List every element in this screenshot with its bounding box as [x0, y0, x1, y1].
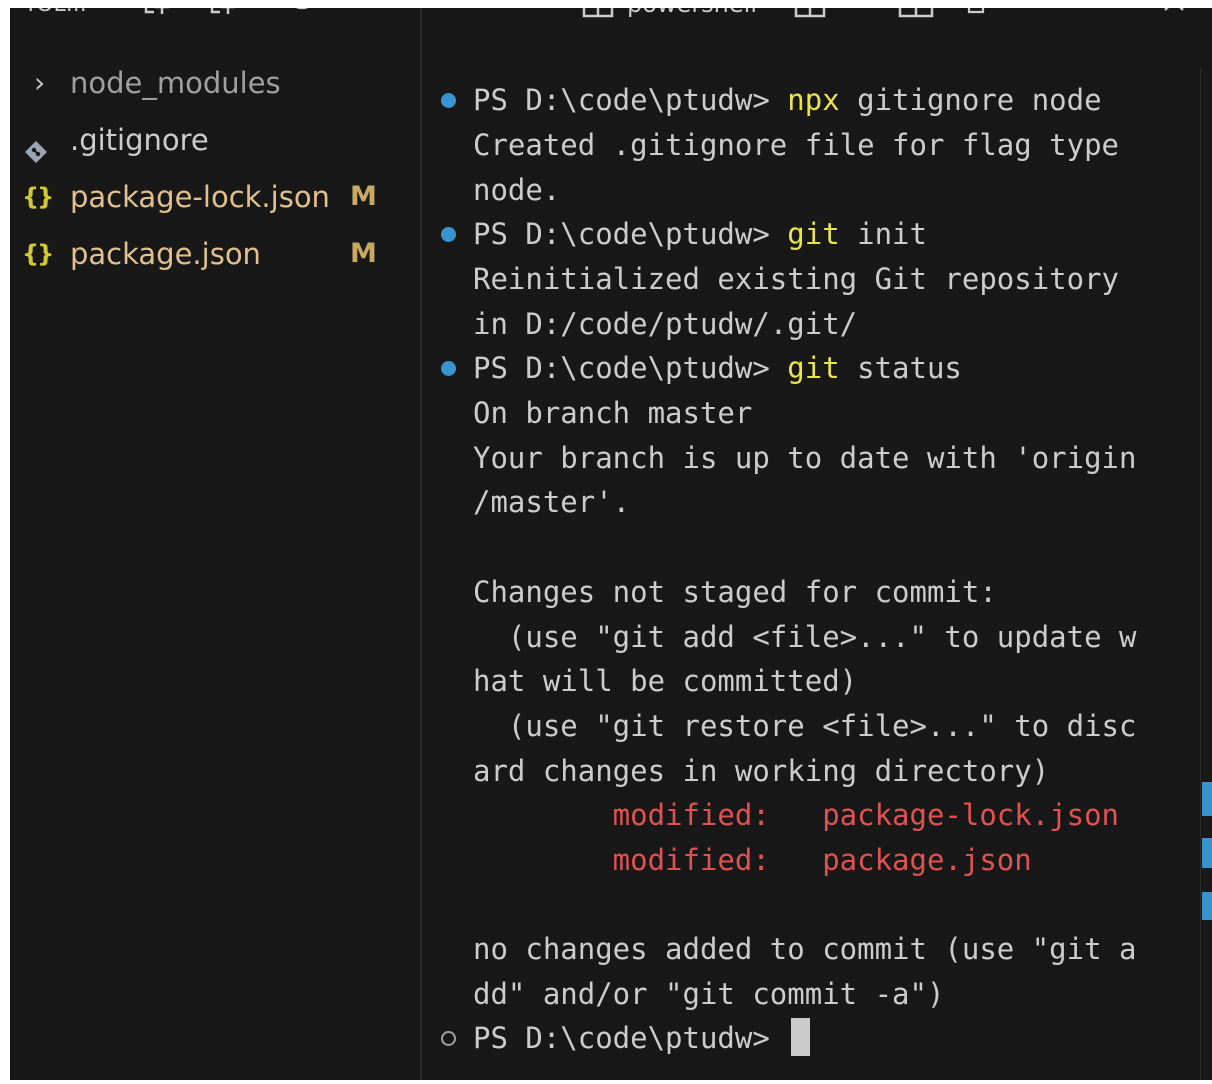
modified-label: modified:: [473, 798, 823, 832]
command-name: git: [787, 217, 840, 251]
tree-item-node-modules[interactable]: › node_modules: [10, 58, 420, 108]
json-braces-icon: {}: [22, 240, 54, 268]
terminal-line: /master'.: [422, 480, 1212, 525]
tree-item-label: package-lock.json: [70, 180, 330, 214]
terminal-toolbar: powershell: [422, 8, 1212, 20]
tree-item-gitignore[interactable]: .gitignore: [10, 115, 420, 165]
scrollbar-marker: [1202, 782, 1212, 816]
prompt: PS D:\code\ptudw>: [473, 351, 788, 385]
trash-icon[interactable]: [962, 8, 990, 28]
terminal-line: Reinitialized existing Git repository: [422, 257, 1212, 302]
terminal-line: On branch master: [422, 391, 1212, 436]
command-success-dot-icon[interactable]: [441, 227, 456, 242]
terminal-line: PS D:\code\ptudw> npx gitignore node: [422, 78, 1212, 123]
terminal-line: hat will be committed): [422, 659, 1212, 704]
terminal-line: modified: package-lock.json: [422, 793, 1212, 838]
terminal-line: (use "git add <file>..." to update w: [422, 615, 1212, 660]
terminal-line: Changes not staged for commit:: [422, 570, 1212, 615]
modified-label: modified:: [473, 843, 823, 877]
prompt: PS D:\code\ptudw>: [473, 1021, 788, 1055]
output-text: (use "git restore <file>..." to disc: [473, 709, 1137, 743]
prompt: PS D:\code\ptudw>: [473, 217, 788, 251]
output-text: dd" and/or "git commit -a"): [473, 977, 945, 1011]
git-modified-badge: M: [350, 238, 377, 269]
output-text: node.: [473, 173, 561, 207]
json-braces-icon: {}: [22, 183, 54, 211]
output-text: /master'.: [473, 485, 631, 519]
refresh-icon[interactable]: [282, 8, 322, 20]
terminal-line: dd" and/or "git commit -a"): [422, 972, 1212, 1017]
tree-item-label: node_modules: [70, 66, 281, 100]
modified-file[interactable]: package-lock.json: [822, 798, 1119, 832]
output-text: Reinitialized existing Git repository: [473, 262, 1120, 296]
top-border: [0, 0, 1212, 8]
command-pending-dot-icon[interactable]: [441, 1031, 456, 1046]
output-text: (use "git add <file>..." to update w: [473, 620, 1137, 654]
terminal-line: Your branch is up to date with 'origin: [422, 436, 1212, 481]
chevron-down-icon[interactable]: [1100, 8, 1120, 28]
terminal-line: Created .gitignore file for flag type: [422, 123, 1212, 168]
terminal-line: no changes added to commit (use "git a: [422, 927, 1212, 972]
scrollbar-marker: [1202, 838, 1212, 868]
modified-file[interactable]: package.json: [822, 843, 1032, 877]
tree-item-label: .gitignore: [70, 123, 209, 157]
command-success-dot-icon[interactable]: [441, 93, 456, 108]
git-modified-badge: M: [350, 181, 377, 212]
vscode-window: YOL... › node_modules .gitignore: [0, 0, 1212, 1084]
terminal-line: in D:/code/ptudw/.git/: [422, 302, 1212, 347]
output-text: ard changes in working directory): [473, 754, 1050, 788]
output-text: On branch master: [473, 396, 753, 430]
terminal-line: PS D:\code\ptudw> git init: [422, 212, 1212, 257]
command-args: gitignore node: [839, 83, 1102, 117]
terminal-icon: [582, 8, 614, 28]
split-terminal-icon[interactable]: [794, 8, 826, 28]
block-cursor-icon: [791, 1018, 811, 1056]
tree-item-package-lock-json[interactable]: {} package-lock.json M: [10, 172, 420, 222]
prompt: PS D:\code\ptudw>: [473, 83, 788, 117]
terminal-line: node.: [422, 168, 1212, 213]
chevron-right-icon: ›: [34, 66, 46, 99]
collapse-all-icon[interactable]: [346, 8, 386, 20]
command-name: git: [787, 351, 840, 385]
command-args: init: [839, 217, 927, 251]
terminal-panel[interactable]: powershell PS D:\code\ptudw> npx gitig: [422, 8, 1212, 1080]
terminal-line: (use "git restore <file>..." to disc: [422, 704, 1212, 749]
output-text: Your branch is up to date with 'origin: [473, 441, 1137, 475]
command-name: npx: [787, 83, 840, 117]
left-border: [0, 0, 10, 1084]
new-folder-icon[interactable]: [206, 8, 246, 20]
tree-item-label: package.json: [70, 237, 261, 271]
split-icon[interactable]: [898, 8, 934, 28]
command-args: status: [839, 351, 962, 385]
scrollbar-marker: [1202, 892, 1212, 920]
close-icon[interactable]: [1162, 8, 1186, 28]
explorer-header: YOL...: [10, 8, 420, 20]
explorer-panel: YOL... › node_modules .gitignore: [10, 8, 420, 1080]
new-file-icon[interactable]: [140, 8, 180, 20]
output-text: Changes not staged for commit:: [473, 575, 997, 609]
tree-item-package-json[interactable]: {} package.json M: [10, 229, 420, 279]
terminal-line: PS D:\code\ptudw>: [422, 1016, 1212, 1061]
output-text: hat will be committed): [473, 664, 858, 698]
terminal-tab-label[interactable]: powershell: [627, 8, 757, 20]
output-text: no changes added to commit (use "git a: [473, 932, 1137, 966]
terminal-scrollbar[interactable]: [1200, 68, 1212, 1080]
terminal-line: modified: package.json: [422, 838, 1212, 883]
output-text: Created .gitignore file for flag type: [473, 128, 1120, 162]
dropdown-icon[interactable]: [840, 8, 856, 28]
explorer-title: YOL...: [24, 8, 87, 20]
bottom-border: [0, 1080, 1212, 1084]
terminal-line: ard changes in working directory): [422, 749, 1212, 794]
output-text: in D:/code/ptudw/.git/: [473, 307, 858, 341]
terminal-line: PS D:\code\ptudw> git status: [422, 346, 1212, 391]
command-success-dot-icon[interactable]: [441, 361, 456, 376]
